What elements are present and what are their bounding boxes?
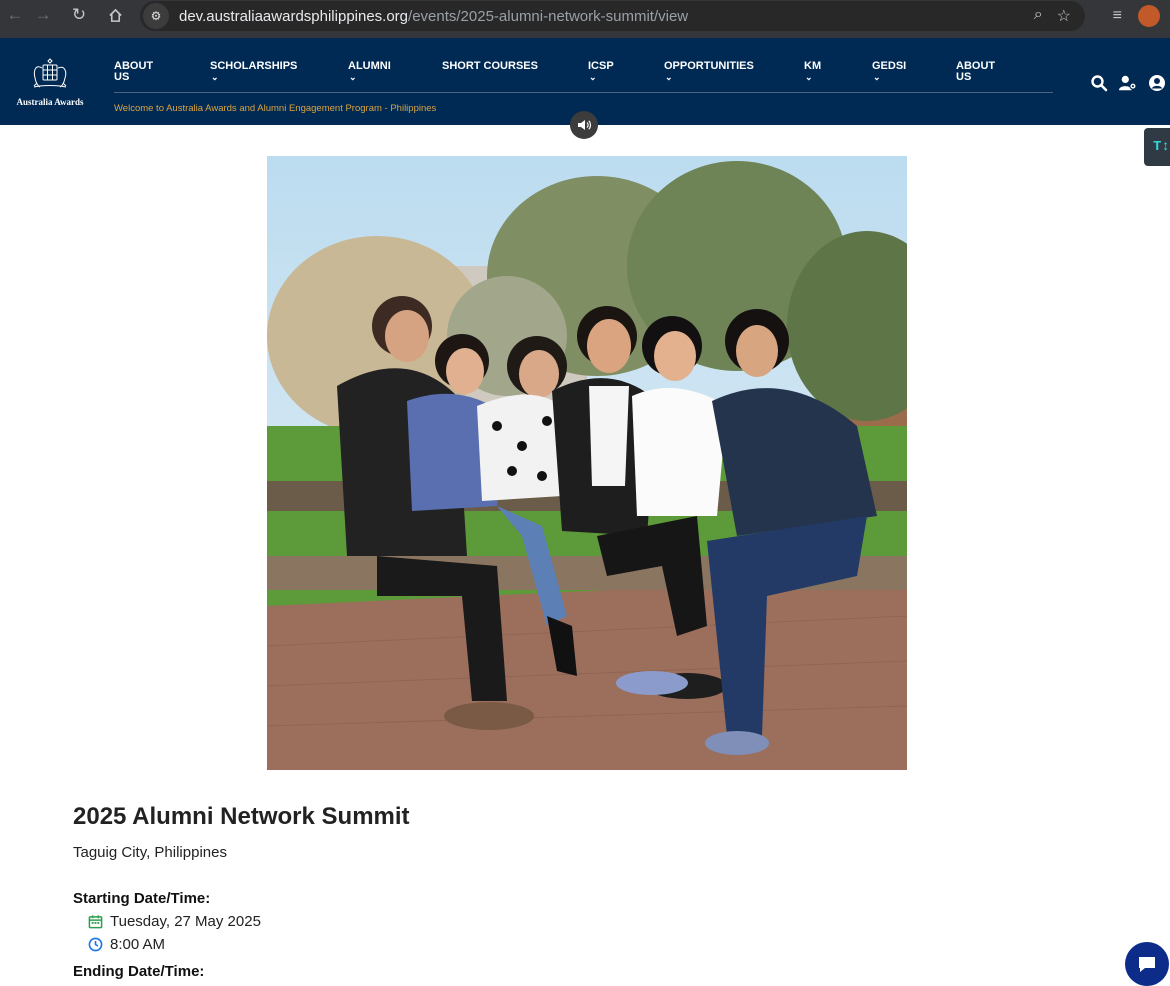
- chevron-down-icon: ⌄: [805, 72, 813, 82]
- nav-label: SCHOLARSHIPS: [210, 60, 298, 72]
- nav-short-courses[interactable]: SHORT COURSES: [442, 61, 538, 72]
- nav-label: GEDSI: [872, 60, 907, 72]
- audio-speaker-button[interactable]: [570, 111, 598, 139]
- start-datetime-label: Starting Date/Time:: [73, 890, 211, 907]
- start-date-text: Tuesday, 27 May 2025: [110, 913, 261, 930]
- reload-icon[interactable]: ↻: [64, 0, 94, 30]
- back-icon[interactable]: ←: [0, 0, 30, 30]
- nav-km[interactable]: KM ⌄: [804, 60, 822, 83]
- home-icon[interactable]: [100, 0, 130, 30]
- site-info-icon[interactable]: ⚙: [143, 3, 169, 29]
- chevron-down-icon: ⌄: [665, 72, 673, 82]
- chevron-down-icon: ⌄: [211, 72, 219, 82]
- nav-scholarships[interactable]: SCHOLARSHIPS ⌄: [210, 60, 298, 83]
- event-title: 2025 Alumni Network Summit: [73, 803, 410, 830]
- event-location: Taguig City, Philippines: [73, 844, 227, 861]
- clock-icon: [88, 937, 103, 952]
- nav-label: ABOUT US: [114, 60, 154, 83]
- url-host: dev.australiaawardsphilippines.org: [179, 7, 409, 25]
- forward-icon[interactable]: →: [28, 0, 58, 30]
- nav-alumni[interactable]: ALUMNI ⌄: [348, 60, 391, 83]
- user-settings-icon[interactable]: [1119, 74, 1137, 92]
- start-date: Tuesday, 27 May 2025: [88, 913, 261, 930]
- main-nav: ABOUT US SCHOLARSHIPS ⌄ ALUMNI ⌄ SHORT C…: [114, 61, 1053, 93]
- chevron-down-icon: ⌄: [873, 72, 881, 82]
- nav-label: OPPORTUNITIES: [664, 60, 754, 72]
- search-icon[interactable]: [1090, 74, 1108, 92]
- welcome-message: Welcome to Australia Awards and Alumni E…: [114, 103, 437, 114]
- address-bar[interactable]: ⚙ dev.australiaawardsphilippines.org/eve…: [140, 1, 1085, 31]
- coat-of-arms-icon: [33, 58, 67, 88]
- nav-label: KM: [804, 60, 822, 72]
- chat-bubble-icon: [1139, 957, 1155, 972]
- chat-widget-button[interactable]: [1125, 942, 1169, 986]
- url-path: /events/2025-alumni-network-summit/view: [408, 7, 689, 25]
- browser-toolbar: ← → ↻ ⚙ dev.australiaawardsphilippines.o…: [0, 0, 1170, 38]
- nav-label: SHORT COURSES: [442, 60, 538, 72]
- url-text[interactable]: dev.australiaawardsphilippines.org/event…: [179, 8, 688, 25]
- text-size-tool-tab[interactable]: T↕: [1144, 128, 1170, 166]
- profile-avatar[interactable]: [1138, 5, 1160, 27]
- calendar-icon: [88, 915, 103, 929]
- nav-label: ABOUT US: [956, 60, 996, 83]
- speaker-icon: [578, 120, 591, 130]
- nav-label: ALUMNI: [348, 60, 391, 72]
- chevron-down-icon: ⌄: [589, 72, 597, 82]
- nav-icsp[interactable]: ICSP ⌄: [588, 60, 614, 83]
- event-hero-photo: [267, 156, 907, 770]
- australia-awards-logo[interactable]: Australia Awards: [12, 56, 88, 108]
- nav-about-us[interactable]: ABOUT US: [114, 61, 162, 83]
- start-time-text: 8:00 AM: [110, 936, 166, 953]
- nav-about-us-2[interactable]: ABOUT US: [956, 61, 1004, 83]
- bookmark-star-icon[interactable]: ☆: [1057, 6, 1071, 26]
- reading-list-icon[interactable]: ≡: [1113, 7, 1122, 25]
- start-time: 8:00 AM: [88, 936, 165, 953]
- zoom-icon[interactable]: ⌕: [1034, 6, 1043, 26]
- nav-gedsi[interactable]: GEDSI ⌄: [872, 60, 907, 83]
- text-size-tool-label: T↕: [1153, 139, 1170, 155]
- logo-text: Australia Awards: [16, 97, 84, 107]
- nav-label: ICSP: [588, 60, 614, 72]
- end-datetime-label: Ending Date/Time:: [73, 963, 205, 980]
- user-account-icon[interactable]: [1148, 74, 1166, 92]
- chevron-down-icon: ⌄: [349, 72, 357, 82]
- nav-opportunities[interactable]: OPPORTUNITIES ⌄: [664, 60, 754, 83]
